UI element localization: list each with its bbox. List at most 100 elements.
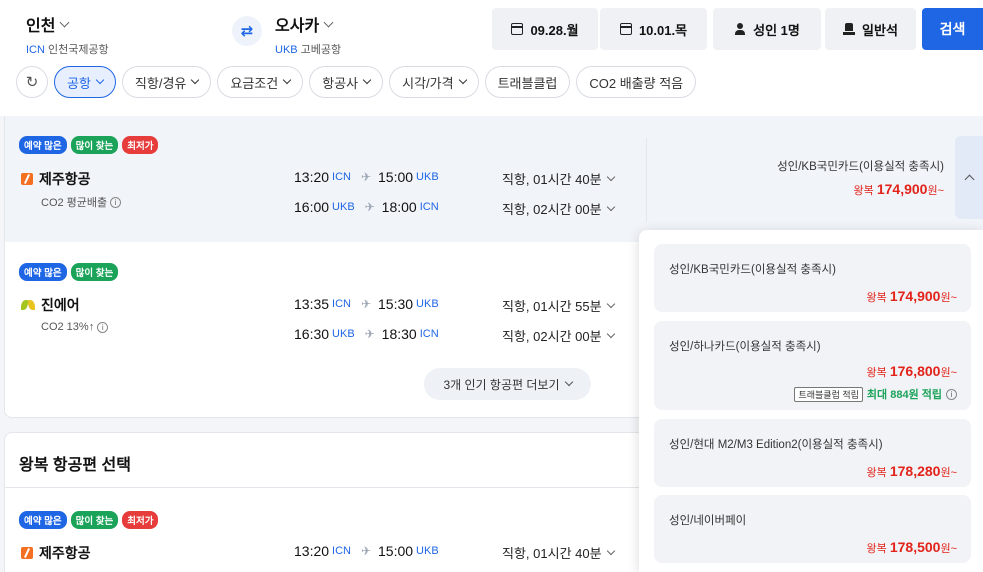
arrive-time: 15:00 (378, 543, 414, 559)
depart-time: 16:00 (294, 199, 330, 215)
origin-city: 인천 (26, 18, 56, 35)
chevron-down-icon (323, 17, 334, 27)
swap-route-icon[interactable]: ⇄ (232, 16, 262, 46)
price-amount: 178,500 (889, 539, 941, 555)
plane-icon: ✈ (364, 200, 375, 214)
price-prefix: 왕복 (866, 292, 887, 304)
duration-dropdown[interactable]: 직항, 01시간 55분 (502, 296, 615, 315)
price-prefix: 왕복 (866, 543, 887, 555)
depart-date-button[interactable]: 09.28.월 (492, 8, 598, 50)
plane-icon: ✈ (360, 170, 372, 184)
price-prefix: 왕복 (866, 467, 887, 479)
duration-dropdown[interactable]: 직항, 02시간 00분 (502, 326, 615, 345)
destination-city: 오사카 (275, 18, 320, 35)
price-prefix: 왕복 (866, 367, 887, 379)
calendar-icon (619, 23, 632, 35)
price-suffix: 원~ (940, 467, 957, 479)
arrive-airport: ICN (419, 328, 439, 340)
depart-time: 13:20 (294, 169, 330, 185)
arrive-time: 15:30 (378, 296, 414, 312)
price-option[interactable]: 성인/현대 M2/M3 Edition2(이용실적 충족시) 왕복 178,28… (654, 419, 971, 487)
chevron-down-icon (282, 75, 292, 85)
chevron-down-icon (606, 299, 615, 308)
return-date-label: 10.01.목 (638, 22, 688, 38)
price-option[interactable]: 성인/하나카드(이용실적 충족시) 왕복 176,800원~ 트래블클럽 적립 … (654, 321, 971, 410)
duration-label: 직항, 02시간 00분 (502, 202, 602, 217)
price-option[interactable]: 성인/네이버페이 왕복 178,500원~ (654, 495, 971, 563)
refresh-button[interactable]: ↻ (16, 66, 48, 98)
filter-label: 시각/가격 (402, 75, 454, 91)
info-icon[interactable]: i (97, 321, 109, 333)
arrive-airport: ICN (419, 201, 439, 213)
destination-selector[interactable]: 오사카 UKB 고베공항 (275, 12, 341, 57)
badge-group: 예약 많은 많이 찾는 최저가 (19, 511, 159, 529)
airline-name: 진에어 (21, 295, 80, 315)
price-option[interactable]: 성인/KB국민카드(이용실적 충족시) 왕복 174,900원~ (654, 244, 971, 312)
price-label: 성인/KB국민카드(이용실적 충족시) (777, 161, 944, 173)
price-amount: 174,900 (889, 288, 941, 304)
price-suffix: 원~ (927, 185, 944, 197)
origin-selector[interactable]: 인천 ICN 인천국제공항 (26, 12, 109, 57)
price-amount: 178,280 (889, 463, 941, 479)
show-more-button[interactable]: 3개 인기 항공편 더보기 (424, 368, 591, 400)
depart-airport: ICN (332, 298, 351, 310)
info-icon[interactable]: i (110, 196, 122, 208)
co2-label: CO2 평균배출 (41, 197, 108, 209)
collapse-button[interactable] (955, 136, 983, 219)
filter-travel-club[interactable]: 트래블클럽 (484, 66, 571, 98)
arrive-time: 18:00 (381, 199, 417, 215)
price-amount: 174,900 (876, 181, 928, 197)
info-icon[interactable]: i (946, 388, 957, 400)
filter-time-price[interactable]: 시각/가격 (389, 66, 479, 98)
duration-dropdown[interactable]: 직항, 01시간 40분 (502, 169, 615, 188)
price-options-panel: 성인/KB국민카드(이용실적 충족시) 왕복 174,900원~ 성인/하나카드… (639, 230, 983, 572)
filter-label: 트래블클럽 (497, 75, 558, 91)
badge-popular: 예약 많은 (19, 511, 67, 529)
passengers-button[interactable]: 성인 1명 (713, 8, 821, 50)
price-amount: 176,800 (889, 363, 941, 379)
filter-direct[interactable]: 직항/경유 (121, 66, 212, 98)
plane-icon: ✈ (364, 327, 375, 341)
travel-club-bonus: 트래블클럽 적립 최대 884원 적립 i (794, 386, 957, 402)
badge-popular: 예약 많은 (19, 263, 67, 281)
outbound-segment: 13:20 ICN ✈ 15:00 UKB (294, 169, 439, 185)
duration-dropdown[interactable]: 직항, 02시간 00분 (502, 199, 615, 218)
price-summary[interactable]: 성인/KB국민카드(이용실적 충족시) 왕복 174,900원~ (777, 158, 944, 198)
filter-airport[interactable]: 공항 (54, 66, 116, 98)
depart-airport: ICN (332, 545, 351, 557)
search-button[interactable]: 검색 (922, 8, 983, 50)
flight-row[interactable]: 예약 많은 많이 찾는 최저가 제주항공 CO2 평균배출 i 13:20 ICN… (5, 116, 983, 242)
chevron-down-icon (606, 202, 615, 211)
filter-label: CO2 배출량 적음 (589, 75, 684, 91)
price-option-value: 왕복 178,500원~ (867, 539, 957, 556)
co2-info[interactable]: CO2 평균배출 i (41, 194, 122, 210)
duration-label: 직항, 02시간 00분 (502, 329, 602, 344)
refresh-icon: ↻ (25, 74, 39, 91)
cabin-button[interactable]: 일반석 (825, 8, 916, 50)
price-option-value: 왕복 176,800원~ (867, 363, 957, 380)
filter-fare[interactable]: 요금조건 (217, 66, 304, 98)
badge-cheapest: 최저가 (122, 511, 159, 529)
return-segment: 16:30 UKB ✈ 18:30 ICN (294, 326, 439, 342)
person-icon (734, 23, 746, 35)
chevron-down-icon (60, 17, 70, 27)
arrive-time: 15:00 (378, 169, 414, 185)
calendar-icon (511, 23, 524, 35)
jeju-air-logo-icon (21, 173, 33, 185)
depart-airport: ICN (332, 171, 351, 183)
co2-label: CO2 13%↑ (41, 321, 95, 333)
duration-dropdown[interactable]: 직항, 01시간 40분 (502, 543, 615, 562)
price-suffix: 원~ (940, 543, 957, 555)
price-option-label: 성인/KB국민카드(이용실적 충족시) (669, 264, 836, 276)
show-more-label: 3개 인기 항공편 더보기 (443, 377, 560, 392)
price-option-label: 성인/하나카드(이용실적 충족시) (669, 341, 821, 353)
filter-airline[interactable]: 항공사 (309, 66, 384, 98)
badge-cheapest: 최저가 (122, 136, 159, 154)
outbound-segment: 13:35 ICN ✈ 15:30 UKB (294, 296, 439, 312)
co2-info[interactable]: CO2 13%↑ i (41, 321, 109, 333)
arrive-airport: UKB (416, 298, 439, 310)
section-title: 왕복 항공편 선택 (19, 457, 131, 474)
filter-co2[interactable]: CO2 배출량 적음 (576, 66, 697, 98)
return-date-button[interactable]: 10.01.목 (600, 8, 707, 50)
plane-icon: ✈ (360, 544, 372, 558)
